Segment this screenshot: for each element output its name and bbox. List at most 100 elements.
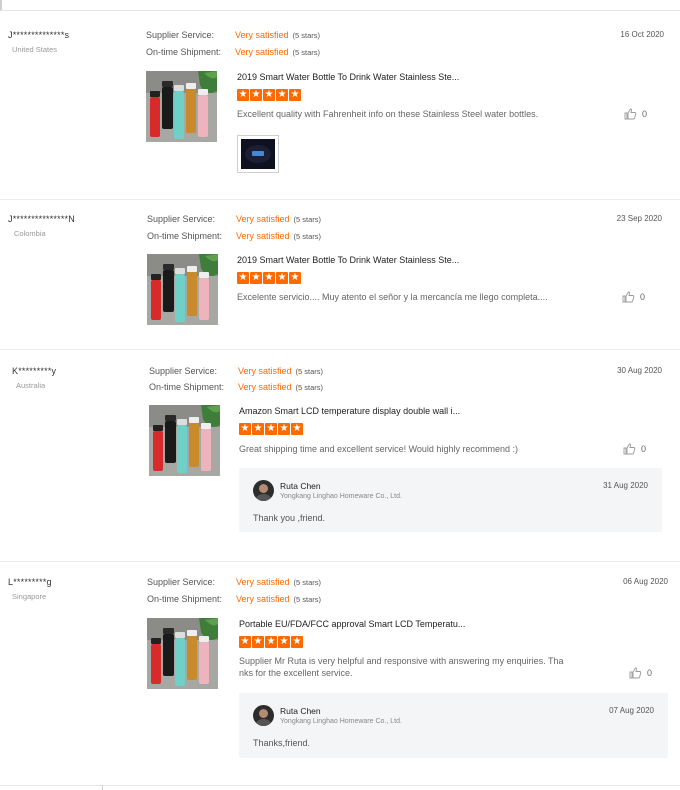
supplier-service-value: Very satisfied — [235, 30, 289, 40]
buyer-country: United States — [12, 45, 58, 54]
product-title-link[interactable]: 2019 Smart Water Bottle To Drink Water S… — [237, 255, 459, 265]
thumbs-up-icon — [629, 667, 642, 679]
star-rating — [239, 636, 303, 648]
star-icon — [289, 272, 301, 284]
product-title-link[interactable]: 2019 Smart Water Bottle To Drink Water S… — [237, 72, 459, 82]
on-time-shipment-label: On-time Shipment: — [146, 47, 222, 57]
product-title-link[interactable]: Portable EU/FDA/FCC approval Smart LCD T… — [239, 619, 465, 629]
on-time-shipment-row: On-time Shipment: Very satisfied (5 stars) — [147, 594, 321, 604]
reply-text: Thanks,friend. — [253, 738, 311, 748]
avatar — [253, 705, 274, 726]
on-time-shipment-row: On-time Shipment: Very satisfied (5 stars) — [146, 47, 320, 57]
reply-author-name: Ruta Chen — [280, 481, 321, 491]
review-card: L*********g Singapore Supplier Service: V… — [0, 562, 680, 784]
reply-text: Thank you ,friend. — [253, 513, 326, 523]
supplier-service-row: Supplier Service: Very satisfied (5 stars) — [147, 577, 321, 587]
buyer-name: J**************s — [8, 30, 70, 40]
on-time-shipment-stars: (5 stars) — [293, 595, 322, 604]
like-count: 0 — [647, 668, 653, 678]
star-icon — [239, 636, 251, 648]
review-card: J**************s United States Supplier … — [0, 0, 680, 200]
product-thumbnail[interactable] — [149, 405, 220, 476]
thumbs-up-icon — [623, 443, 636, 455]
on-time-shipment-stars: (5 stars) — [292, 48, 321, 57]
star-icon — [250, 89, 262, 101]
buyer-name: L*********g — [8, 577, 52, 587]
buyer-name: K*********y — [12, 366, 57, 376]
on-time-shipment-row: On-time Shipment: Very satisfied (5 stars) — [147, 231, 321, 241]
on-time-shipment-label: On-time Shipment: — [147, 231, 223, 241]
reply-company: Yongkang Linghao Homeware Co., Ltd. — [280, 718, 402, 725]
review-text: Great shipping time and excellent servic… — [239, 444, 518, 454]
on-time-shipment-value: Very satisfied — [236, 231, 290, 241]
on-time-shipment-label: On-time Shipment: — [149, 382, 225, 392]
star-icon — [291, 423, 303, 435]
product-thumbnail[interactable] — [146, 71, 217, 142]
on-time-shipment-stars: (5 stars) — [295, 383, 324, 392]
thumbs-up-icon — [622, 291, 635, 303]
supplier-service-label: Supplier Service: — [146, 30, 215, 40]
review-card: J***************N Colombia Supplier Serv… — [0, 200, 680, 350]
star-icon — [265, 423, 277, 435]
product-thumbnail[interactable] — [147, 254, 218, 325]
like-button[interactable]: 0 — [622, 291, 645, 303]
like-button[interactable]: 0 — [629, 667, 652, 679]
star-rating — [237, 272, 301, 284]
supplier-service-value: Very satisfied — [236, 214, 290, 224]
review-text: Supplier Mr Ruta is very helpful and res… — [239, 655, 564, 679]
thumbs-up-icon — [624, 108, 637, 120]
review-text: Excellent quality with Fahrenheit info o… — [237, 109, 539, 119]
review-date: 16 Oct 2020 — [620, 30, 664, 39]
review-card: K*********y Australia Supplier Service: V… — [0, 350, 680, 562]
on-time-shipment-row: On-time Shipment: Very satisfied (5 stars) — [149, 382, 323, 392]
star-icon — [278, 423, 290, 435]
reply-author-name: Ruta Chen — [280, 706, 321, 716]
star-icon — [250, 272, 262, 284]
star-icon — [252, 636, 264, 648]
supplier-service-row: Supplier Service: Very satisfied (5 stars) — [147, 214, 321, 224]
star-rating — [237, 89, 301, 101]
like-count: 0 — [642, 109, 648, 119]
supplier-service-value: Very satisfied — [238, 366, 292, 376]
star-icon — [276, 272, 288, 284]
review-date: 06 Aug 2020 — [623, 577, 668, 586]
attachment-thumbnail[interactable] — [237, 135, 279, 173]
supplier-service-label: Supplier Service: — [149, 366, 218, 376]
review-date: 23 Sep 2020 — [616, 214, 662, 223]
star-icon — [263, 89, 275, 101]
buyer-country: Colombia — [14, 229, 46, 238]
review-text-line: Supplier Mr Ruta is very helpful and res… — [239, 656, 564, 666]
supplier-service-stars: (5 stars) — [295, 367, 324, 376]
star-icon — [237, 89, 249, 101]
product-title-link[interactable]: Amazon Smart LCD temperature display dou… — [239, 406, 460, 416]
product-thumbnail[interactable] — [147, 618, 218, 689]
buyer-country: Australia — [16, 381, 46, 390]
star-icon — [263, 272, 275, 284]
like-button[interactable]: 0 — [624, 108, 647, 120]
supplier-service-value: Very satisfied — [236, 577, 290, 587]
supplier-service-stars: (5 stars) — [293, 215, 322, 224]
star-icon — [239, 423, 251, 435]
buyer-name: J***************N — [8, 214, 75, 224]
star-rating — [239, 423, 303, 435]
supplier-reply: Ruta Chen Yongkang Linghao Homeware Co.,… — [239, 693, 668, 758]
supplier-service-row: Supplier Service: Very satisfied (5 stars) — [149, 366, 323, 376]
on-time-shipment-value: Very satisfied — [235, 47, 289, 57]
star-icon — [276, 89, 288, 101]
star-icon — [252, 423, 264, 435]
on-time-shipment-value: Very satisfied — [238, 382, 292, 392]
star-icon — [237, 272, 249, 284]
star-icon — [278, 636, 290, 648]
supplier-service-stars: (5 stars) — [293, 578, 322, 587]
star-icon — [265, 636, 277, 648]
buyer-country: Singapore — [12, 592, 47, 601]
star-icon — [291, 636, 303, 648]
on-time-shipment-label: On-time Shipment: — [147, 594, 223, 604]
supplier-service-label: Supplier Service: — [147, 577, 216, 587]
reply-company: Yongkang Linghao Homeware Co., Ltd. — [280, 493, 402, 500]
review-text: Excelente servicio.... Muy atento el señ… — [237, 292, 548, 302]
on-time-shipment-stars: (5 stars) — [293, 232, 322, 241]
like-button[interactable]: 0 — [623, 443, 646, 455]
reply-date: 07 Aug 2020 — [609, 706, 654, 715]
on-time-shipment-value: Very satisfied — [236, 594, 290, 604]
